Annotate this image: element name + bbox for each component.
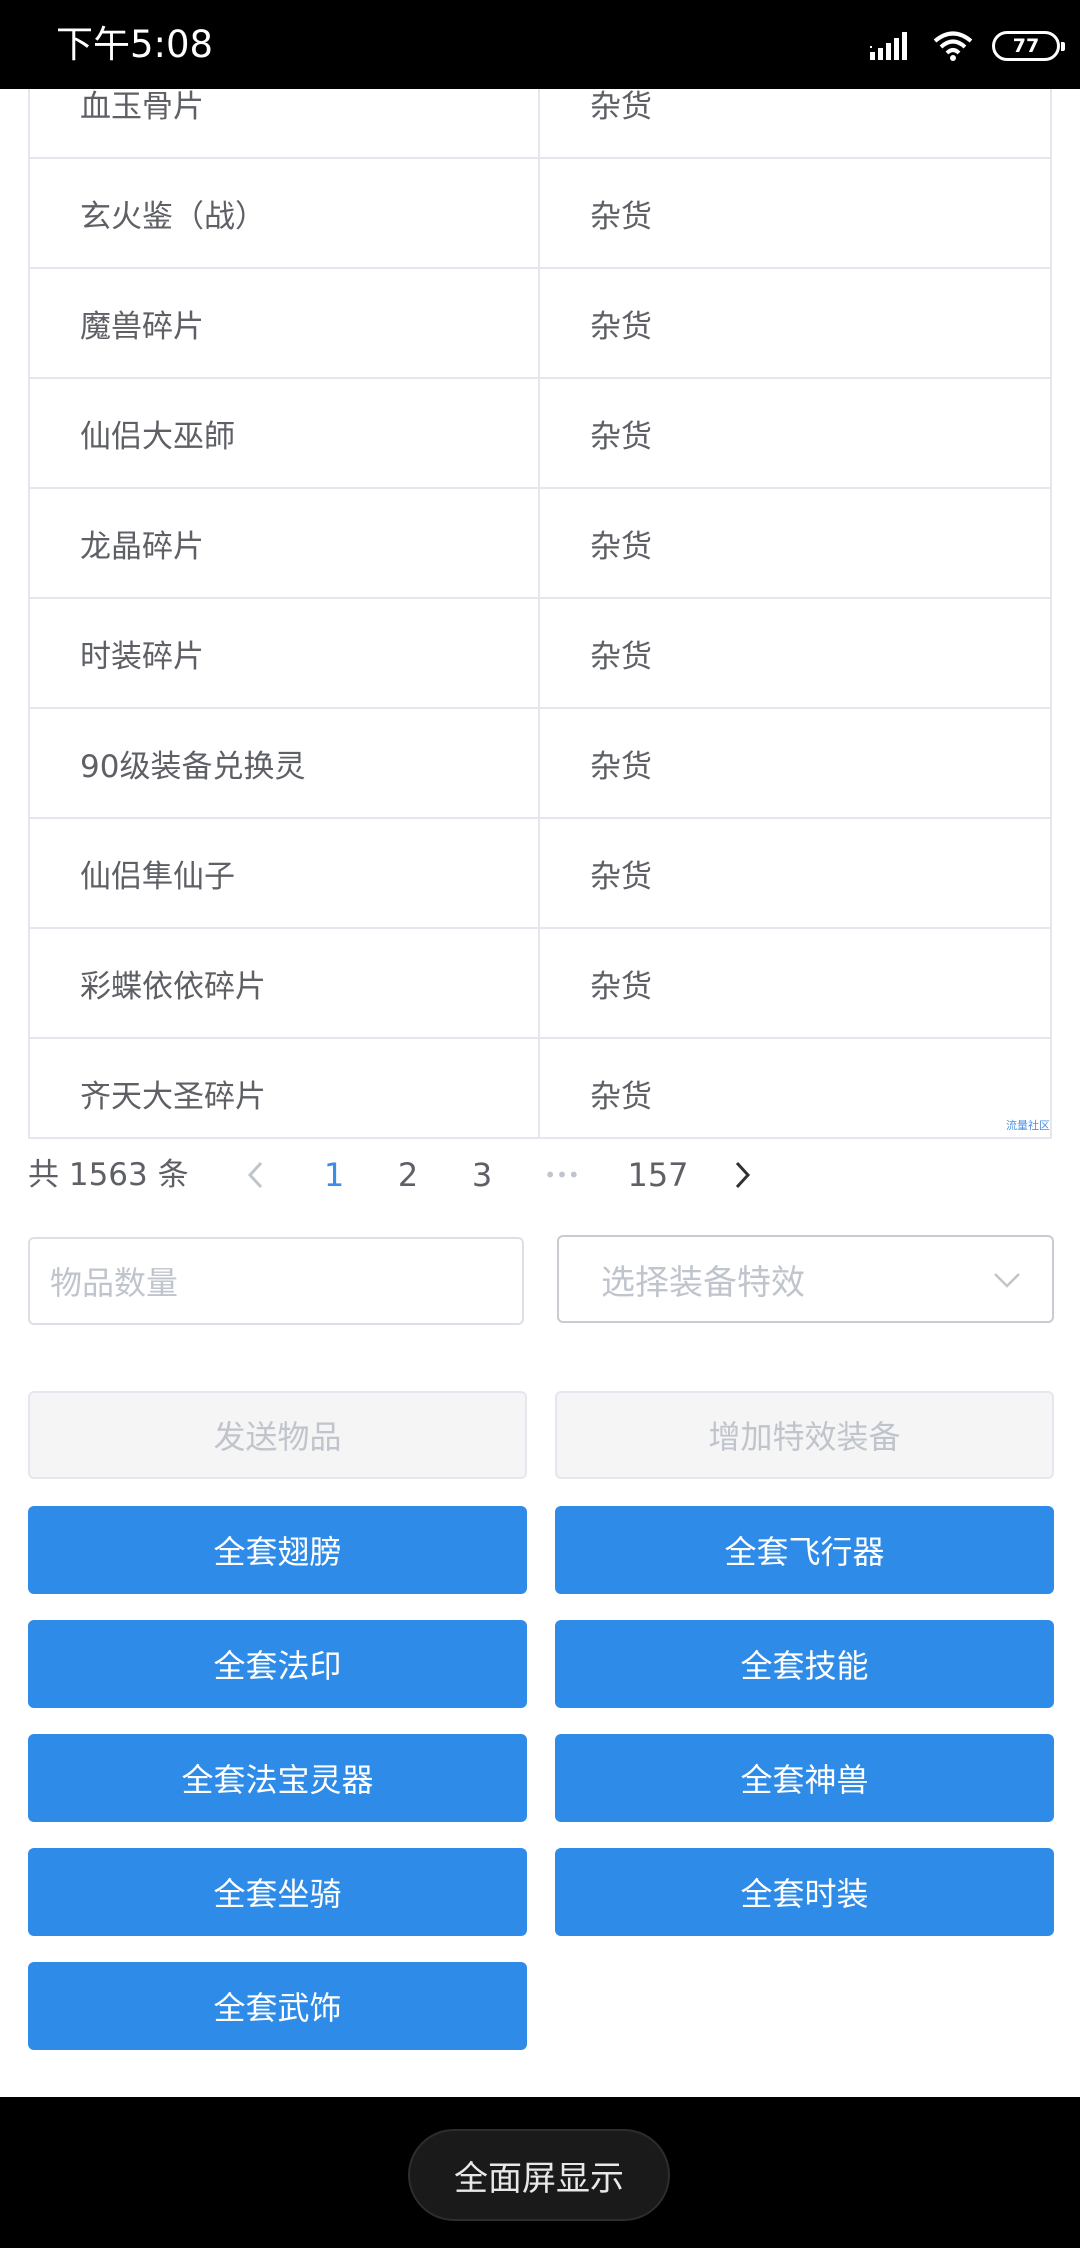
item-type-cell: 杂货 [590,418,652,455]
item-type-cell: 杂货 [590,528,652,565]
full-mount-button[interactable]: 全套坐骑 [28,1848,527,1936]
page-last-button[interactable]: 157 [618,1150,698,1200]
pagination-total: 共 1563 条 [28,1157,189,1193]
chevron-right-icon [735,1161,751,1189]
full-seal-button[interactable]: 全套法印 [28,1620,527,1708]
full-aircraft-button[interactable]: 全套飞行器 [555,1506,1054,1594]
table-row[interactable]: 玄火鉴（战） 杂货 [30,159,1050,269]
item-type-cell: 杂货 [590,89,652,125]
page-3-button[interactable]: 3 [457,1150,507,1200]
full-skills-button[interactable]: 全套技能 [555,1620,1054,1708]
quantity-placeholder: 物品数量 [50,1264,179,1302]
item-type-cell: 杂货 [590,308,652,345]
battery-icon: 77 [992,31,1065,61]
item-name-cell: 玄火鉴（战） [30,159,540,267]
item-type-cell: 杂货 [590,748,652,785]
quantity-input[interactable]: 物品数量 [28,1237,524,1325]
item-name-cell: 龙晶碎片 [30,489,540,597]
pagination: 共 1563 条 1 2 3 ••• 157 [28,1150,1052,1200]
table-row[interactable]: 彩蝶依依碎片 杂货 [30,929,1050,1039]
item-name-cell: 血玉骨片 [30,89,540,157]
table-row[interactable]: 时装碎片 杂货 [30,599,1050,709]
table-row[interactable]: 90级装备兑换灵 杂货 [30,709,1050,819]
item-type-cell: 杂货 [590,1078,652,1115]
prev-page-button[interactable] [236,1150,276,1204]
table-row[interactable]: 血玉骨片 杂货 [30,89,1050,159]
next-page-button[interactable] [722,1150,762,1204]
table-body: 血玉骨片 杂货 玄火鉴（战） 杂货 魔兽碎片 杂货 仙侣大巫師 杂货 龙晶碎片 … [30,89,1050,1137]
chevron-down-icon [994,1273,1020,1288]
send-items-button[interactable]: 发送物品 [28,1391,527,1479]
full-weapon-ornament-button[interactable]: 全套武饰 [28,1962,527,2050]
full-wings-button[interactable]: 全套翅膀 [28,1506,527,1594]
item-type-cell: 杂货 [590,638,652,675]
item-name-cell: 齐天大圣碎片 [30,1039,540,1137]
wifi-icon [933,31,973,61]
table-row[interactable]: 齐天大圣碎片 杂货 [30,1039,1050,1137]
watermark: 流量社区 [1006,1119,1050,1132]
full-artifact-button[interactable]: 全套法宝灵器 [28,1734,527,1822]
table-row[interactable]: 仙侣隼仙子 杂货 [30,819,1050,929]
pagination-ellipsis[interactable]: ••• [532,1150,592,1200]
item-name-cell: 仙侣隼仙子 [30,819,540,927]
item-name-cell: 仙侣大巫師 [30,379,540,487]
add-effect-equipment-button[interactable]: 增加特效装备 [555,1391,1054,1479]
item-name-cell: 魔兽碎片 [30,269,540,377]
page-1-button[interactable]: 1 [309,1150,359,1200]
fullscreen-display-button[interactable]: 全面屏显示 [408,2129,670,2221]
status-icons: 77 [870,26,1065,66]
table-row[interactable]: 仙侣大巫師 杂货 [30,379,1050,489]
full-fashion-button[interactable]: 全套时装 [555,1848,1054,1936]
table-row[interactable]: 魔兽碎片 杂货 [30,269,1050,379]
effect-select-placeholder: 选择装备特效 [601,1262,805,1303]
status-bar: 下午5:08 77 [0,0,1080,89]
bottom-navigation-bar: 全面屏显示 [0,2097,1080,2248]
table-row[interactable]: 龙晶碎片 杂货 [30,489,1050,599]
page-2-button[interactable]: 2 [383,1150,433,1200]
chevron-left-icon [247,1161,263,1189]
item-type-cell: 杂货 [590,858,652,895]
item-name-cell: 时装碎片 [30,599,540,707]
signal-icon [870,32,907,60]
item-type-cell: 杂货 [590,198,652,235]
item-name-cell: 90级装备兑换灵 [30,709,540,817]
effect-select[interactable]: 选择装备特效 [557,1235,1054,1323]
items-table[interactable]: 血玉骨片 杂货 玄火鉴（战） 杂货 魔兽碎片 杂货 仙侣大巫師 杂货 龙晶碎片 … [28,89,1052,1139]
battery-level: 77 [1012,35,1040,57]
item-name-cell: 彩蝶依依碎片 [30,929,540,1037]
item-type-cell: 杂货 [590,968,652,1005]
status-time: 下午5:08 [56,23,214,66]
full-beast-button[interactable]: 全套神兽 [555,1734,1054,1822]
